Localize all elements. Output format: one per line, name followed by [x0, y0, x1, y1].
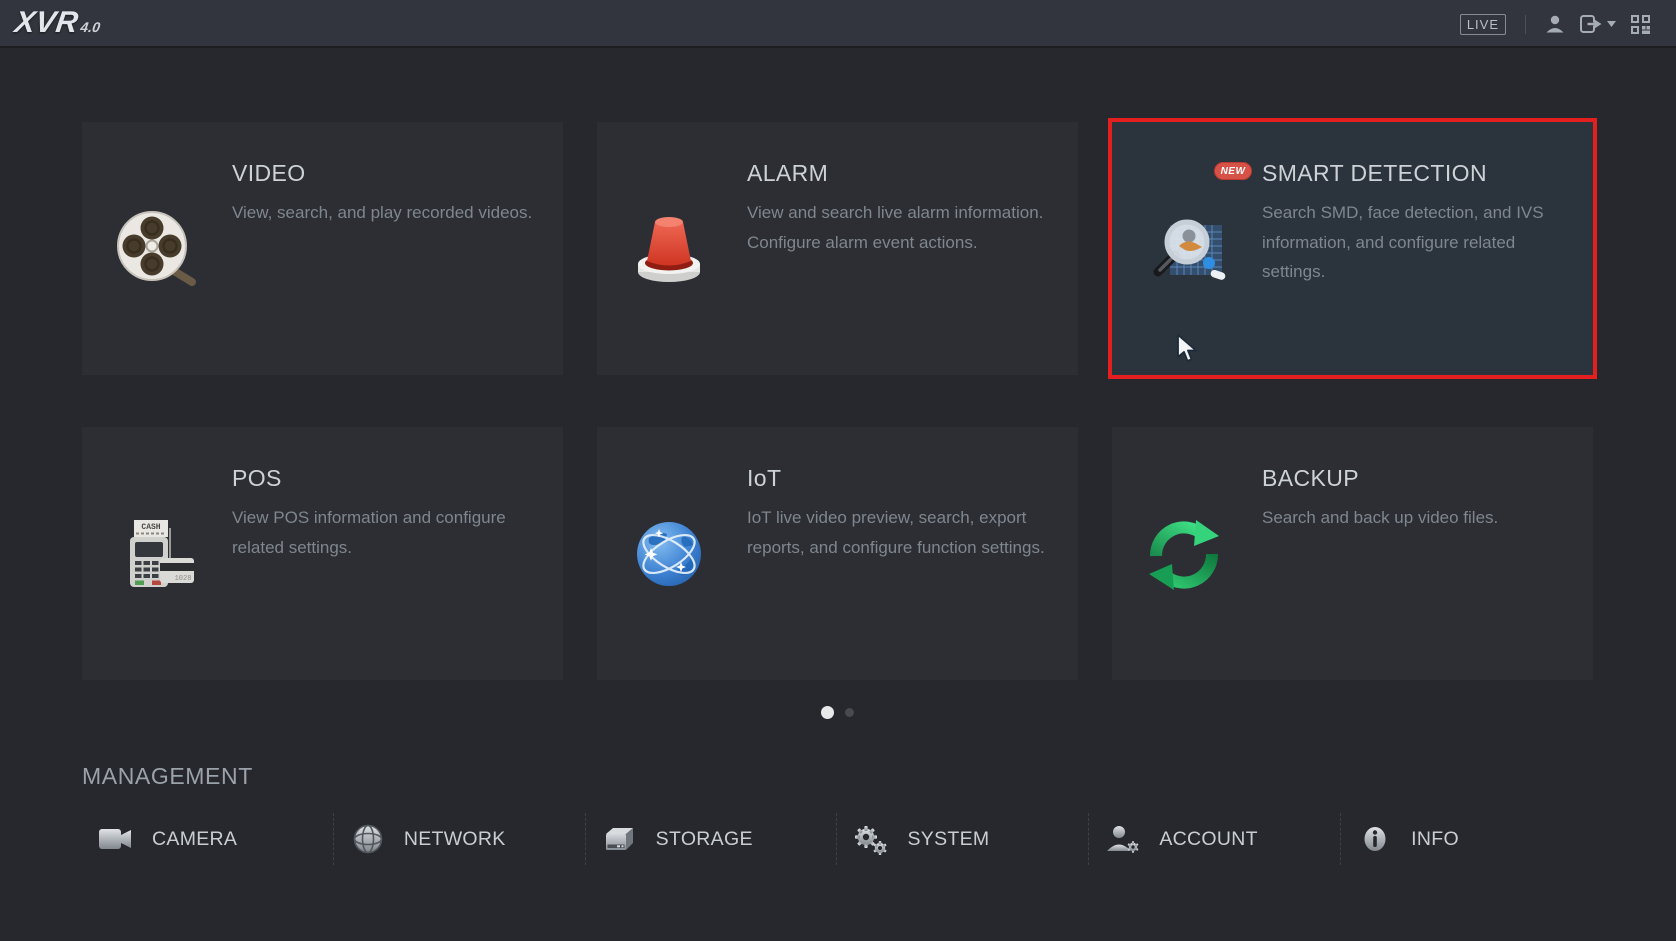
- management-item-network[interactable]: NETWORK: [334, 810, 586, 868]
- management-item-label: STORAGE: [655, 827, 753, 850]
- top-bar: XVR 4.0 LIVE: [0, 0, 1676, 48]
- top-bar-divider: [1525, 14, 1526, 34]
- pos-terminal-icon: CASH 1028: [110, 510, 198, 598]
- tile-title-text: SMART DETECTION: [1262, 160, 1487, 186]
- logout-icon: [1580, 15, 1603, 33]
- storage-drive-icon: [602, 826, 638, 852]
- management-item-storage[interactable]: STORAGE: [586, 810, 838, 868]
- pagination-dot-1[interactable]: [821, 706, 834, 719]
- tile-description: IoT live video preview, search, export r…: [747, 508, 1045, 557]
- tile-description: Search and back up video files.: [1262, 508, 1499, 527]
- tile-title: NEW SMART DETECTION: [1214, 160, 1574, 187]
- tile-iot[interactable]: IoT IoT live video preview, search, expo…: [597, 427, 1078, 680]
- tile-title: ALARM: [747, 160, 829, 186]
- tile-title: IoT: [747, 465, 782, 491]
- logo-text: XVR: [12, 6, 81, 39]
- qr-code-icon[interactable]: [1631, 14, 1650, 34]
- tile-title: VIDEO: [232, 160, 306, 186]
- siren-icon: [625, 205, 713, 293]
- tile-smart-detection[interactable]: NEW SMART DETECTION Search SMD, face det…: [1108, 118, 1597, 379]
- globe-network-icon: [625, 510, 713, 598]
- tile-video[interactable]: VIDEO View, search, and play recorded vi…: [82, 122, 563, 375]
- svg-text:CASH: CASH: [141, 523, 160, 532]
- pagination: [82, 706, 1593, 719]
- user-icon[interactable]: [1545, 14, 1565, 34]
- chevron-down-icon: [1607, 21, 1616, 27]
- management-item-label: SYSTEM: [907, 827, 990, 850]
- tile-pos[interactable]: CASH 1028 POS View POS information and c…: [82, 427, 563, 680]
- new-badge: NEW: [1214, 162, 1252, 180]
- management-item-system[interactable]: SYSTEM: [837, 810, 1090, 868]
- management-item-info[interactable]: INFO: [1341, 810, 1593, 868]
- app-logo: XVR 4.0: [13, 6, 103, 40]
- info-icon: [1357, 825, 1393, 853]
- user-gear-icon: [1105, 825, 1141, 853]
- management-item-account[interactable]: ACCOUNT: [1089, 810, 1341, 868]
- tile-description: Search SMD, face detection, and IVS info…: [1262, 203, 1544, 281]
- tile-description: View and search live alarm information. …: [747, 203, 1044, 252]
- management-item-label: ACCOUNT: [1159, 827, 1258, 850]
- management-heading: MANAGEMENT: [82, 763, 253, 789]
- tile-title: POS: [232, 465, 282, 491]
- main-menu-grid: VIDEO View, search, and play recorded vi…: [82, 118, 1597, 680]
- management-item-label: NETWORK: [403, 827, 506, 850]
- film-reel-icon: [110, 205, 198, 293]
- top-bar-controls: LIVE: [1459, 0, 1650, 48]
- logo-version: 4.0: [79, 19, 102, 35]
- management-item-camera[interactable]: CAMERA: [82, 810, 334, 868]
- live-button[interactable]: LIVE: [1459, 13, 1506, 35]
- management-menu: CAMERA NETWORK STORAGE SYSTEM ACCOUNT IN…: [82, 810, 1593, 868]
- pagination-dot-2[interactable]: [845, 708, 854, 717]
- tile-title: BACKUP: [1262, 465, 1359, 491]
- video-camera-icon: [98, 826, 134, 852]
- tile-description: View, search, and play recorded videos.: [232, 203, 533, 222]
- management-item-label: CAMERA: [152, 827, 238, 850]
- tile-backup[interactable]: BACKUP Search and back up video files.: [1112, 427, 1593, 680]
- gears-icon: [853, 823, 889, 855]
- management-item-label: INFO: [1411, 827, 1459, 850]
- sync-arrows-icon: [1140, 510, 1228, 598]
- tile-description: View POS information and configure relat…: [232, 508, 506, 557]
- smart-detection-magnifier-icon: [1146, 205, 1234, 293]
- svg-text:1028: 1028: [175, 575, 192, 583]
- logout-control[interactable]: [1580, 15, 1616, 33]
- tile-alarm[interactable]: ALARM View and search live alarm informa…: [597, 122, 1078, 375]
- network-globe-icon: [350, 824, 386, 854]
